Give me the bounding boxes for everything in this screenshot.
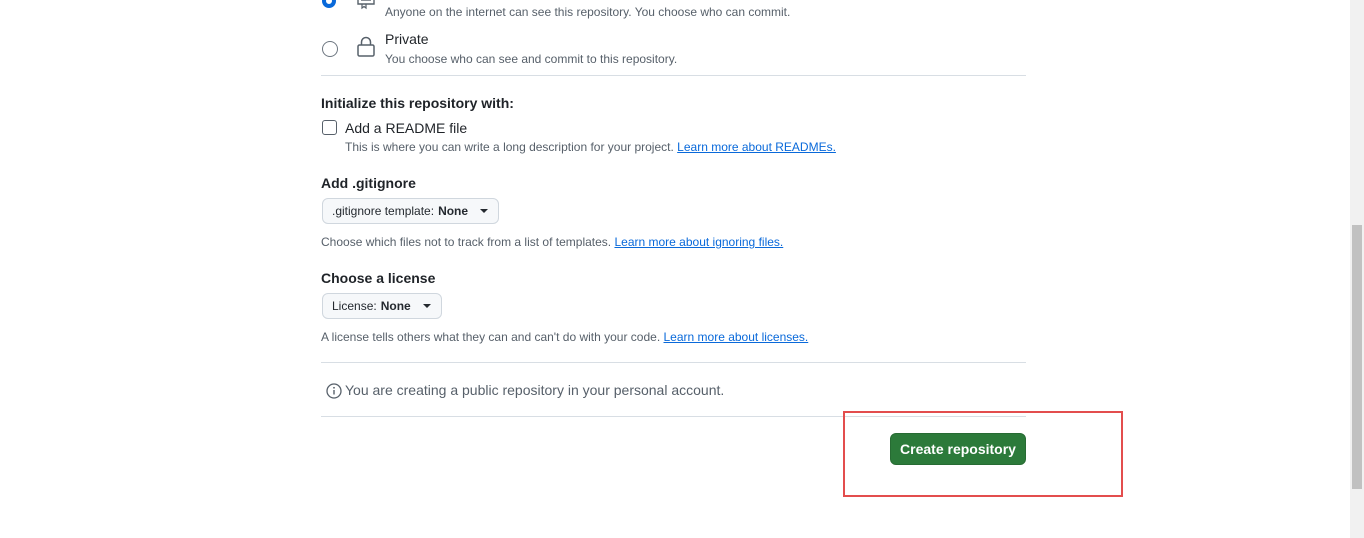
gitignore-dropdown-prefix: .gitignore template: [332, 204, 435, 218]
readme-help: This is where you can write a long descr… [345, 140, 836, 154]
divider [321, 75, 1026, 76]
initialize-heading: Initialize this repository with: [321, 95, 514, 111]
private-radio[interactable] [322, 41, 338, 57]
license-learn-more-link[interactable]: Learn more about licenses. [664, 330, 809, 344]
gitignore-help-text: Choose which files not to track from a l… [321, 235, 612, 249]
public-radio[interactable] [322, 0, 336, 8]
repo-icon [357, 0, 375, 10]
readme-help-text: This is where you can write a long descr… [345, 140, 674, 154]
gitignore-help: Choose which files not to track from a l… [321, 235, 783, 249]
divider [321, 362, 1026, 363]
license-dropdown-prefix: License: [332, 299, 377, 313]
caret-down-icon [480, 209, 489, 213]
public-description: Anyone on the internet can see this repo… [385, 5, 791, 19]
gitignore-learn-more-link[interactable]: Learn more about ignoring files. [614, 235, 783, 249]
gitignore-dropdown-value: None [438, 204, 469, 218]
readme-learn-more-link[interactable]: Learn more about READMEs. [677, 140, 836, 154]
license-help: A license tells others what they can and… [321, 330, 808, 344]
private-description: You choose who can see and commit to thi… [385, 52, 678, 66]
readme-checkbox[interactable] [322, 120, 337, 135]
caret-down-icon [422, 304, 431, 308]
gitignore-dropdown[interactable]: .gitignore template: None [322, 198, 500, 224]
info-icon [326, 383, 342, 399]
scrollbar-thumb[interactable] [1352, 225, 1362, 489]
license-dropdown-value: None [380, 299, 411, 313]
readme-label[interactable]: Add a README file [345, 120, 467, 136]
license-dropdown[interactable]: License: None [322, 293, 442, 319]
license-heading: Choose a license [321, 270, 436, 286]
private-label: Private [385, 31, 429, 47]
lock-icon [357, 36, 375, 57]
create-repository-button[interactable]: Create repository [890, 433, 1026, 465]
gitignore-heading: Add .gitignore [321, 175, 416, 191]
public-notice: You are creating a public repository in … [345, 382, 725, 398]
license-help-text: A license tells others what they can and… [321, 330, 661, 344]
